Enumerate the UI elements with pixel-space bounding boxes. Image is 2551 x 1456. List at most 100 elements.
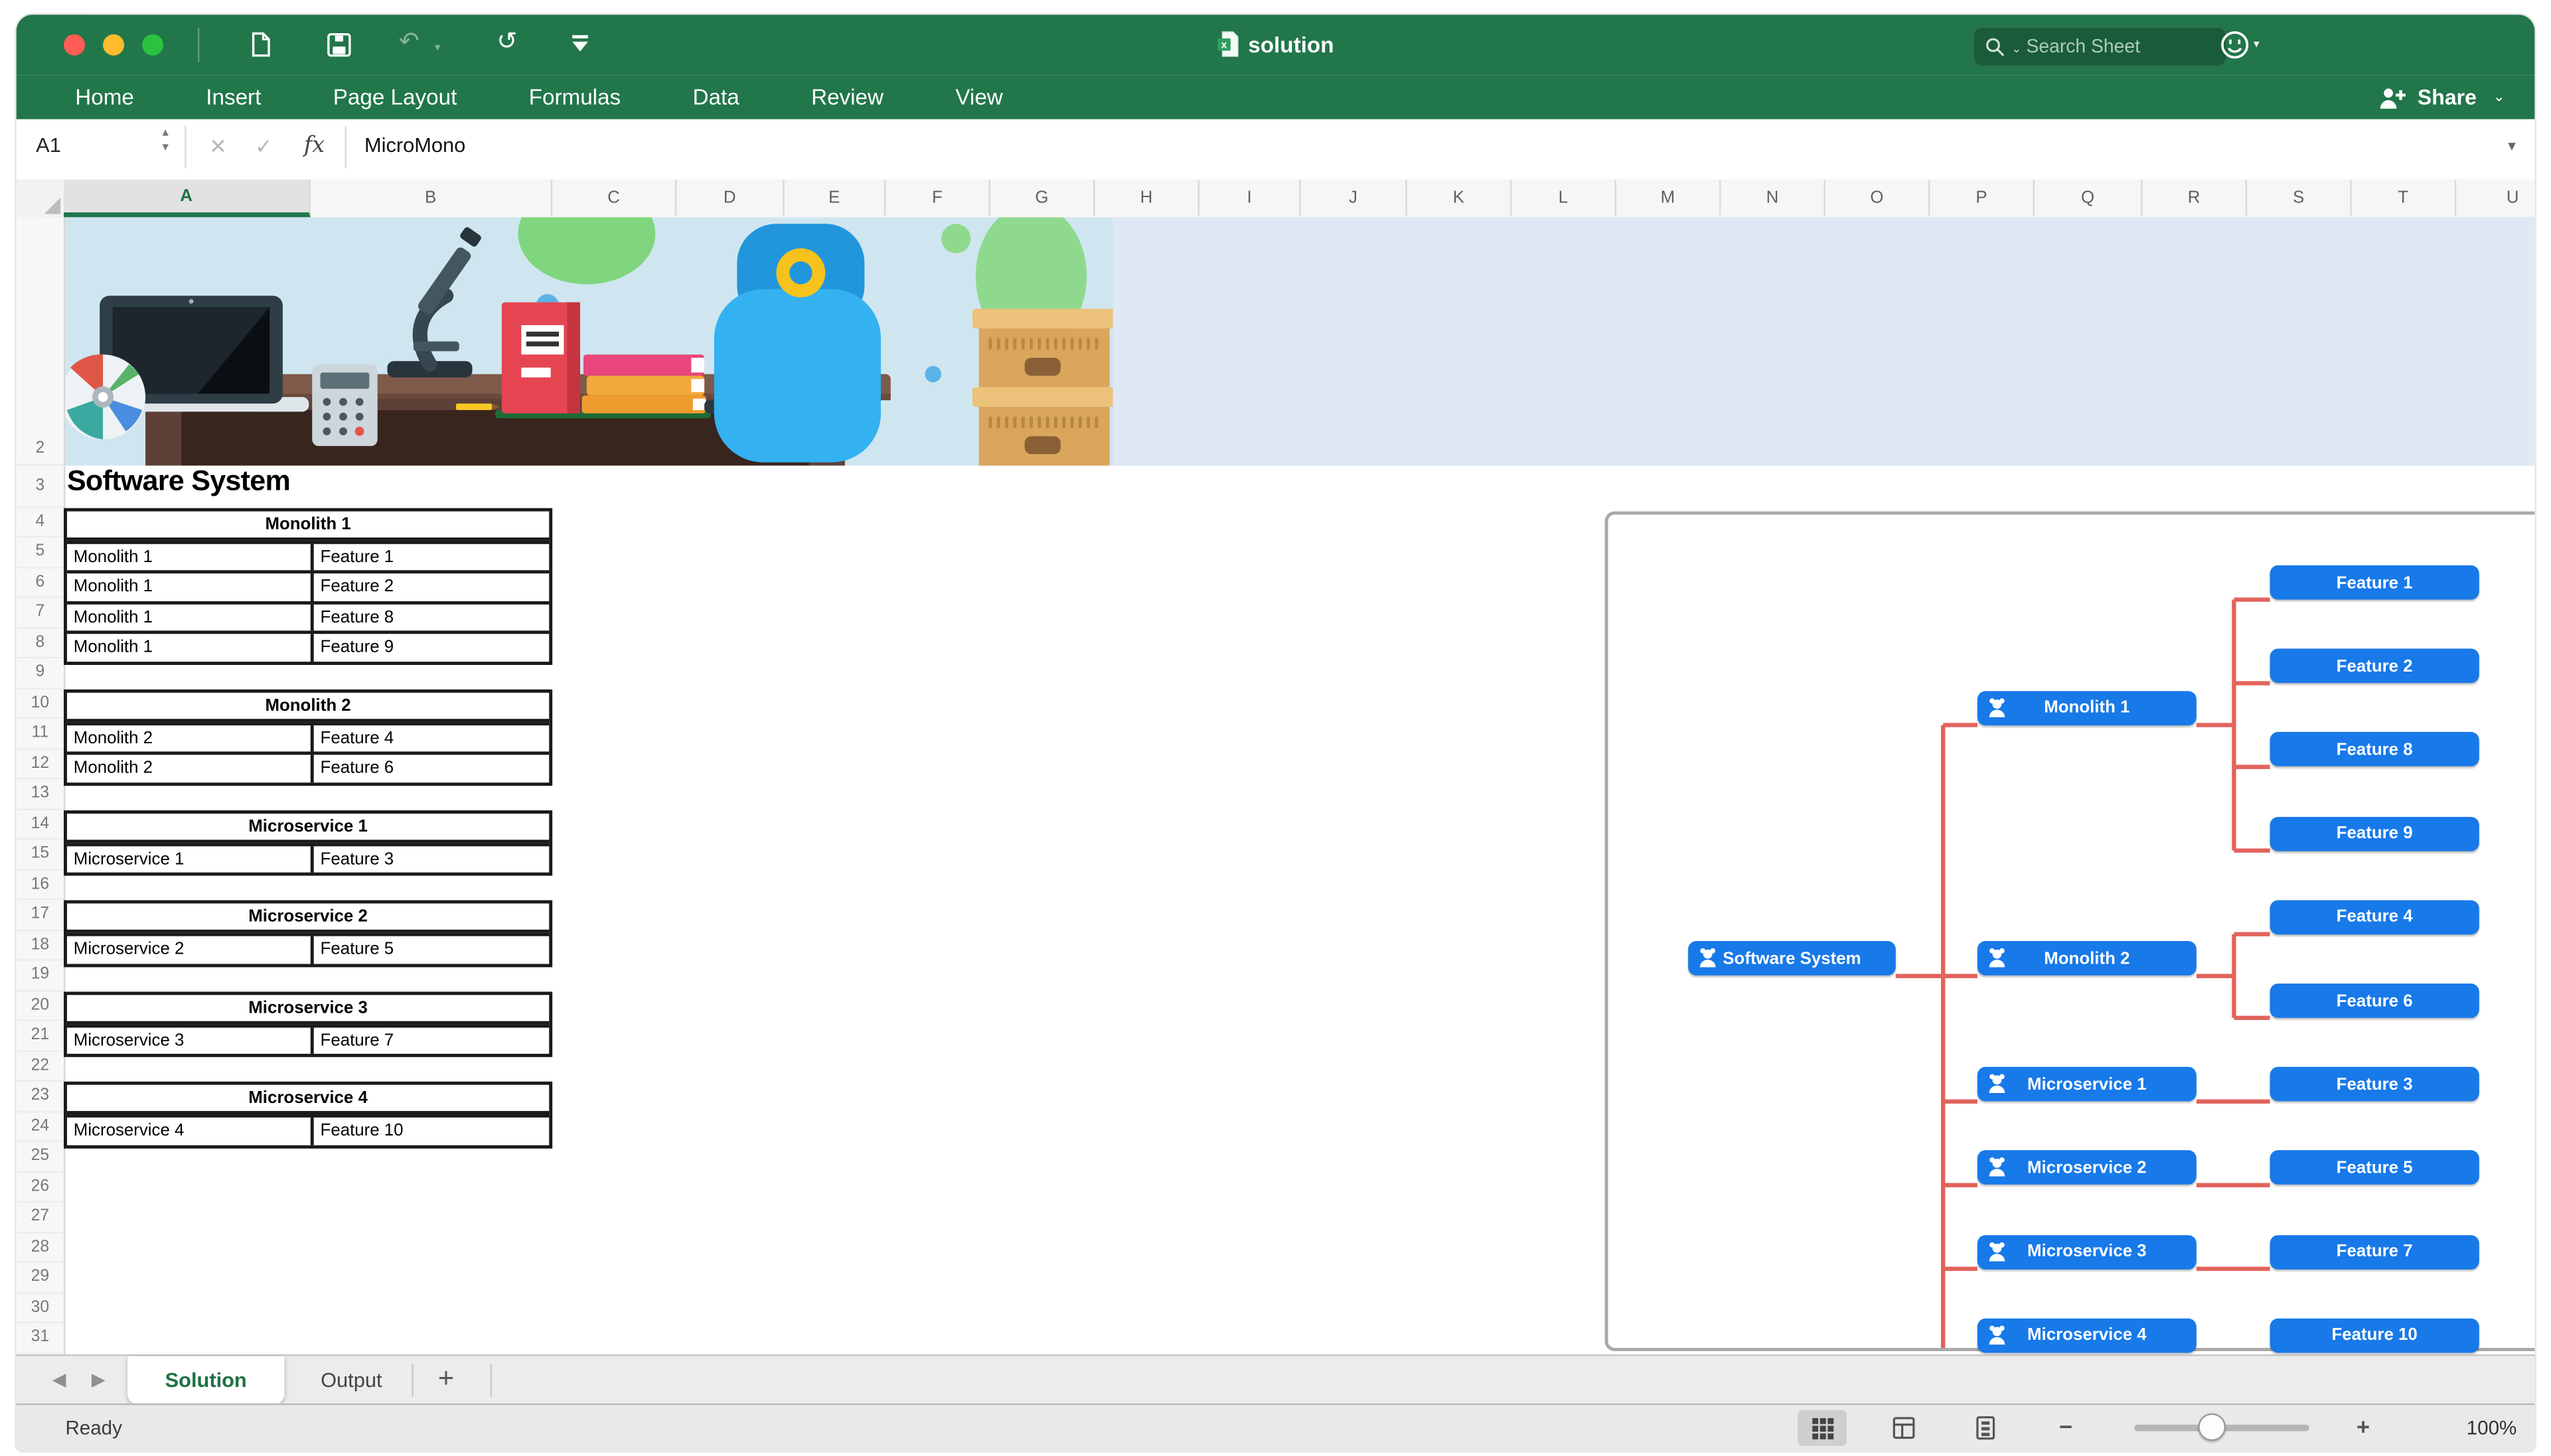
share-button[interactable]: Share ⌄ <box>2378 75 2505 119</box>
row-header-31[interactable]: 31 <box>17 1323 64 1354</box>
table-cell[interactable]: Feature 8 <box>314 604 550 631</box>
row-header-13[interactable]: 13 <box>17 779 64 810</box>
table-cell[interactable]: Microservice 2 <box>67 936 314 964</box>
column-header-b[interactable]: B <box>311 180 552 216</box>
row-header-16[interactable]: 16 <box>17 870 64 901</box>
column-header-a[interactable]: A <box>64 180 311 218</box>
row-header-3[interactable]: 3 <box>17 466 64 508</box>
diagram-node-feature-3[interactable]: Feature 3 <box>2270 1067 2479 1102</box>
table-cell[interactable]: Feature 4 <box>314 725 550 752</box>
diagram-node-feature-6[interactable]: Feature 6 <box>2270 983 2479 1018</box>
ribbon-tab-insert[interactable]: Insert <box>206 85 261 109</box>
row-header-24[interactable]: 24 <box>17 1112 64 1142</box>
row-header-19[interactable]: 19 <box>17 961 64 991</box>
diagram-node-feature-4[interactable]: Feature 4 <box>2270 900 2479 934</box>
table-cell[interactable]: Feature 6 <box>314 755 550 782</box>
select-all-corner[interactable] <box>17 180 66 218</box>
column-header-c[interactable]: C <box>552 180 676 216</box>
table-header-cell[interactable]: Monolith 2 <box>67 692 549 721</box>
table-cell[interactable]: Feature 9 <box>314 634 550 661</box>
prev-sheet-icon[interactable]: ◀ <box>52 1369 66 1390</box>
table-cell[interactable]: Microservice 1 <box>67 845 314 873</box>
row-header-6[interactable]: 6 <box>17 568 64 599</box>
stepper-down-icon[interactable]: ▼ <box>160 144 171 154</box>
row-header-21[interactable]: 21 <box>17 1021 64 1052</box>
zoom-in-button[interactable]: + <box>2357 1414 2370 1439</box>
diagram-node-feature-10[interactable]: Feature 10 <box>2270 1318 2479 1352</box>
column-header-q[interactable]: Q <box>2035 180 2142 216</box>
column-header-h[interactable]: H <box>1095 180 1199 216</box>
table-cell[interactable]: Feature 5 <box>314 936 550 964</box>
table-header-cell[interactable]: Monolith 1 <box>67 510 549 540</box>
normal-view-button[interactable] <box>1798 1410 1847 1446</box>
formula-input[interactable]: MicroMono <box>364 134 465 157</box>
column-header-k[interactable]: K <box>1407 180 1512 216</box>
column-header-r[interactable]: R <box>2143 180 2248 216</box>
diagram-node-feature-8[interactable]: Feature 8 <box>2270 733 2479 767</box>
diagram-node-microservice-1[interactable]: Microservice 1 <box>1977 1067 2197 1102</box>
column-header-i[interactable]: I <box>1199 180 1301 216</box>
row-header-28[interactable]: 28 <box>17 1233 64 1264</box>
page-layout-view-button[interactable] <box>1879 1410 1928 1446</box>
table-cell[interactable]: Feature 7 <box>314 1027 550 1054</box>
row-header-10[interactable]: 10 <box>17 689 64 719</box>
row-header-26[interactable]: 26 <box>17 1172 64 1202</box>
row-header-11[interactable]: 11 <box>17 719 64 749</box>
row-header-25[interactable]: 25 <box>17 1142 64 1173</box>
row-header-9[interactable]: 9 <box>17 658 64 689</box>
table-cell[interactable]: Monolith 1 <box>67 634 314 661</box>
row-header-8[interactable]: 8 <box>17 628 64 659</box>
stepper-up-icon[interactable]: ▲ <box>160 129 171 139</box>
diagram-node-monolith-1[interactable]: Monolith 1 <box>1977 691 2197 725</box>
column-header-u[interactable]: U <box>2456 180 2534 216</box>
row-header-27[interactable]: 27 <box>17 1202 64 1233</box>
column-header-g[interactable]: G <box>990 180 1095 216</box>
table-cell[interactable]: Feature 10 <box>314 1118 550 1145</box>
sheet-tab-output[interactable]: Output <box>294 1356 408 1405</box>
diagram-node-feature-7[interactable]: Feature 7 <box>2270 1234 2479 1269</box>
table-cell[interactable]: Monolith 1 <box>67 573 314 601</box>
row-header-17[interactable]: 17 <box>17 901 64 931</box>
zoom-out-button[interactable]: − <box>2059 1414 2072 1439</box>
feedback-smiley-group[interactable]: ▾ <box>2219 29 2259 60</box>
ribbon-tab-home[interactable]: Home <box>75 85 134 109</box>
column-header-e[interactable]: E <box>785 180 886 216</box>
row-header-23[interactable]: 23 <box>17 1082 64 1112</box>
diagram-node-feature-1[interactable]: Feature 1 <box>2270 565 2479 600</box>
table-cell[interactable]: Feature 2 <box>314 573 550 601</box>
column-header-o[interactable]: O <box>1825 180 1930 216</box>
sheet-tab-solution[interactable]: Solution <box>127 1356 284 1405</box>
ribbon-tab-review[interactable]: Review <box>811 85 884 109</box>
confirm-entry-icon[interactable]: ✓ <box>255 134 273 160</box>
column-header-f[interactable]: F <box>886 180 990 216</box>
table-header-cell[interactable]: Microservice 4 <box>67 1085 549 1114</box>
row-header-4[interactable]: 4 <box>17 507 64 538</box>
ribbon-tab-page-layout[interactable]: Page Layout <box>333 85 457 109</box>
table-cell[interactable]: Feature 3 <box>314 845 550 873</box>
zoom-slider-thumb[interactable] <box>2198 1414 2226 1441</box>
diagram-node-feature-9[interactable]: Feature 9 <box>2270 816 2479 851</box>
insert-function-icon[interactable]: fx <box>304 132 325 158</box>
table-cell[interactable]: Microservice 4 <box>67 1118 314 1145</box>
table-cell[interactable]: Monolith 2 <box>67 755 314 782</box>
table-cell[interactable]: Monolith 1 <box>67 544 314 571</box>
search-sheet-input[interactable]: ⌄ Search Sheet <box>1973 26 2228 67</box>
column-header-p[interactable]: P <box>1930 180 2035 216</box>
column-header-j[interactable]: J <box>1301 180 1407 216</box>
zoom-percentage[interactable]: 100% <box>2435 1416 2516 1439</box>
ribbon-tab-data[interactable]: Data <box>692 85 739 109</box>
row-header-14[interactable]: 14 <box>17 810 64 840</box>
chart-panel[interactable]: Feature 1Feature 2Feature 8Feature 9Mono… <box>1605 512 2535 1351</box>
table-cell[interactable]: Monolith 2 <box>67 725 314 752</box>
row-header-20[interactable]: 20 <box>17 991 64 1021</box>
formula-bar-expand-icon[interactable]: ▼ <box>2505 139 2518 153</box>
row-header-5[interactable]: 5 <box>17 538 64 568</box>
table-header-cell[interactable]: Microservice 1 <box>67 813 549 842</box>
diagram-node-monolith-2[interactable]: Monolith 2 <box>1977 942 2197 976</box>
column-header-l[interactable]: L <box>1511 180 1616 216</box>
row-header-7[interactable]: 7 <box>17 598 64 628</box>
row-header-22[interactable]: 22 <box>17 1051 64 1082</box>
page-break-view-button[interactable] <box>1961 1410 2010 1446</box>
column-header-s[interactable]: S <box>2247 180 2352 216</box>
row-header-18[interactable]: 18 <box>17 930 64 961</box>
